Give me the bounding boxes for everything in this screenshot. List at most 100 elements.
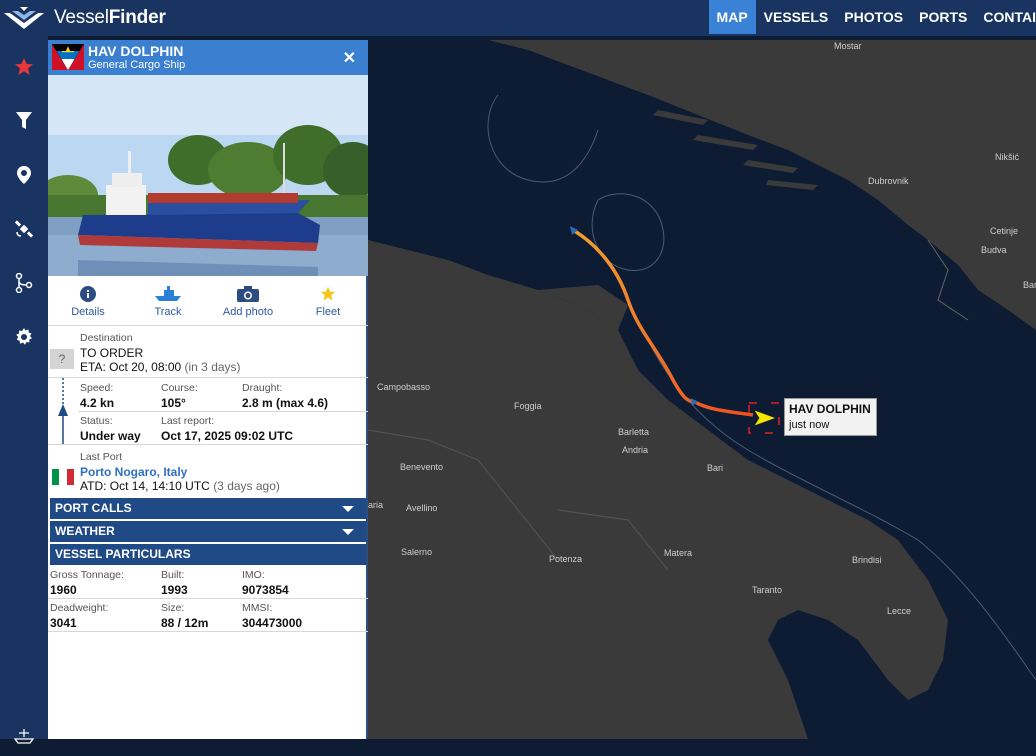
speed-label: Speed: bbox=[80, 382, 114, 394]
map-label: Foggia bbox=[514, 401, 542, 411]
map-label: Andria bbox=[622, 445, 649, 455]
divider bbox=[48, 444, 368, 445]
flag-antigua-icon bbox=[52, 44, 84, 70]
fleet-label: Fleet bbox=[315, 306, 341, 318]
map-label: Benevento bbox=[400, 462, 444, 472]
chevron-down-icon bbox=[342, 529, 354, 535]
last-report-label: Last report: bbox=[161, 415, 215, 427]
satellite-icon[interactable] bbox=[0, 209, 48, 249]
nav-vessels[interactable]: VESSELS bbox=[756, 0, 837, 34]
last-report-value: Oct 17, 2025 09:02 UTC bbox=[161, 429, 294, 443]
map-label: Dubrovnik bbox=[868, 176, 909, 186]
nav-containers[interactable]: CONTAI bbox=[975, 0, 1036, 34]
camera-icon bbox=[237, 286, 259, 302]
map-label: Mostar bbox=[834, 41, 862, 51]
destination-value: TO ORDER bbox=[80, 346, 144, 360]
mmsi-label: MMSI: bbox=[242, 602, 273, 614]
add-photo-label: Add photo bbox=[222, 306, 274, 318]
gear-icon[interactable] bbox=[0, 317, 48, 357]
map-label: Nikšić bbox=[995, 152, 1019, 162]
gross-tonnage-label: Gross Tonnage: bbox=[50, 569, 124, 581]
mmsi-value: 304473000 bbox=[242, 616, 303, 630]
status-value: Under way bbox=[80, 429, 141, 443]
draught-label: Draught: bbox=[242, 382, 283, 394]
speed-value: 4.2 kn bbox=[80, 396, 115, 410]
tooltip-vessel-name: HAV DOLPHIN bbox=[789, 402, 871, 416]
tooltip-time: just now bbox=[789, 419, 830, 431]
divider bbox=[48, 377, 368, 378]
deadweight-value: 3041 bbox=[50, 616, 77, 630]
port-calls-section[interactable]: PORT CALLS bbox=[50, 498, 366, 519]
track-button[interactable]: Track bbox=[128, 286, 208, 326]
course-value: 105° bbox=[161, 396, 186, 410]
vessel-photo[interactable] bbox=[48, 75, 368, 276]
vessel-header: HAV DOLPHIN General Cargo Ship ✕ bbox=[48, 40, 368, 75]
map-label: Barletta bbox=[618, 427, 650, 437]
left-rail bbox=[0, 36, 48, 744]
last-port-link[interactable]: Porto Nogaro, Italy bbox=[80, 465, 187, 479]
voyage-progress-indicator bbox=[58, 378, 68, 444]
draught-value: 2.8 m (max 4.6) bbox=[242, 396, 329, 410]
divider bbox=[48, 325, 368, 326]
particulars-section: VESSEL PARTICULARS bbox=[50, 544, 366, 565]
vessel-name: HAV DOLPHIN bbox=[88, 43, 184, 59]
fleet-button[interactable]: Fleet bbox=[288, 286, 368, 326]
atd: ATD: Oct 14, 14:10 UTC (3 days ago) bbox=[80, 479, 280, 493]
map-label: Campobasso bbox=[377, 382, 431, 392]
star-icon bbox=[320, 286, 336, 301]
details-label: Details bbox=[71, 306, 105, 318]
divider bbox=[48, 631, 368, 632]
details-button[interactable]: Details bbox=[48, 286, 128, 326]
info-icon bbox=[80, 286, 96, 302]
vessel-tooltip[interactable]: HAV DOLPHIN just now bbox=[784, 398, 877, 436]
map-label: Budva bbox=[981, 245, 1007, 255]
flag-italy-icon bbox=[52, 469, 74, 485]
last-port-label: Last Port bbox=[80, 451, 123, 463]
map-label: Potenza bbox=[549, 554, 583, 564]
imo-label: IMO: bbox=[242, 569, 265, 581]
eta: ETA: Oct 20, 08:00 (in 3 days) bbox=[80, 360, 241, 374]
gross-tonnage-value: 1960 bbox=[50, 583, 77, 597]
particulars-title: VESSEL PARTICULARS bbox=[55, 547, 191, 561]
nav-ports[interactable]: PORTS bbox=[911, 0, 975, 34]
nav-map[interactable]: MAP bbox=[708, 0, 756, 34]
divider bbox=[48, 598, 368, 599]
close-icon[interactable]: ✕ bbox=[343, 48, 356, 68]
map-label: Avellino bbox=[406, 503, 438, 513]
filter-icon[interactable] bbox=[0, 101, 48, 141]
nav-photos[interactable]: PHOTOS bbox=[836, 0, 911, 34]
track-label: Track bbox=[154, 306, 182, 318]
vessel-panel: HAV DOLPHIN General Cargo Ship ✕ Details… bbox=[48, 40, 368, 739]
logo-ship-icon bbox=[4, 7, 44, 29]
map-label: Lecce bbox=[887, 606, 912, 616]
map-label: Cetinje bbox=[990, 226, 1019, 236]
size-label: Size: bbox=[161, 602, 185, 614]
ship-icon[interactable] bbox=[0, 716, 48, 756]
add-photo-button[interactable]: Add photo bbox=[208, 286, 288, 326]
imo-value: 9073854 bbox=[242, 583, 289, 597]
ship-track-icon bbox=[155, 286, 181, 301]
weather-title: WEATHER bbox=[55, 524, 115, 538]
map-label: Matera bbox=[664, 548, 693, 558]
map-label: aria bbox=[368, 500, 384, 510]
star-icon[interactable] bbox=[0, 47, 48, 87]
map-label: Taranto bbox=[752, 585, 783, 595]
vessel-actions: Details Track Add photo Fleet bbox=[48, 286, 368, 326]
top-bar: VesselFinder MAP VESSELS PHOTOS PORTS CO… bbox=[0, 0, 1036, 36]
destination-label: Destination bbox=[80, 332, 133, 344]
logo[interactable]: VesselFinder bbox=[0, 0, 166, 36]
divider bbox=[78, 411, 368, 412]
built-value: 1993 bbox=[161, 583, 188, 597]
deadweight-label: Deadweight: bbox=[50, 602, 109, 614]
route-icon[interactable] bbox=[0, 263, 48, 303]
vessel-type: General Cargo Ship bbox=[88, 59, 186, 71]
map-canvas[interactable]: Mostar Nikšić Dubrovnik Cetinje Budva Ba… bbox=[368, 40, 1036, 739]
course-label: Course: bbox=[161, 382, 198, 394]
map-label: Salerno bbox=[401, 547, 433, 557]
chevron-down-icon bbox=[342, 506, 354, 512]
size-value: 88 / 12m bbox=[161, 616, 209, 630]
map-label: Bari bbox=[707, 463, 724, 473]
built-label: Built: bbox=[161, 569, 185, 581]
pin-icon[interactable] bbox=[0, 155, 48, 195]
weather-section[interactable]: WEATHER bbox=[50, 521, 366, 542]
